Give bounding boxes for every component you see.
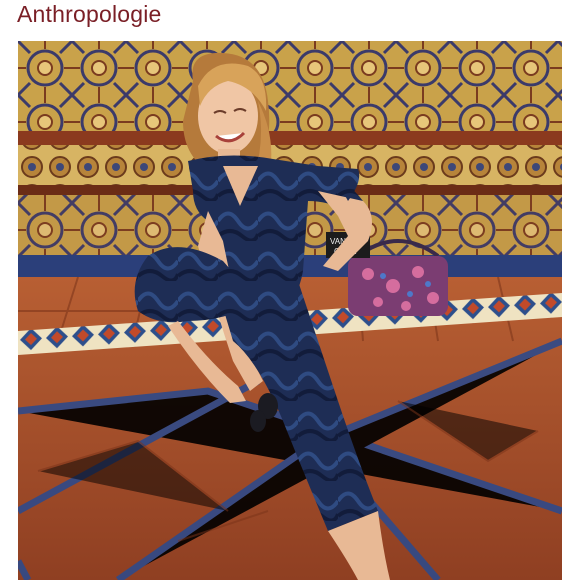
post-photo[interactable]: VANO CILLA [18,41,562,580]
photo-illustration: VANO CILLA [18,41,562,580]
brand-title[interactable]: Anthropologie [17,0,162,28]
wall-band-red [18,131,562,145]
post-view: Anthropologie VANO [0,0,580,580]
